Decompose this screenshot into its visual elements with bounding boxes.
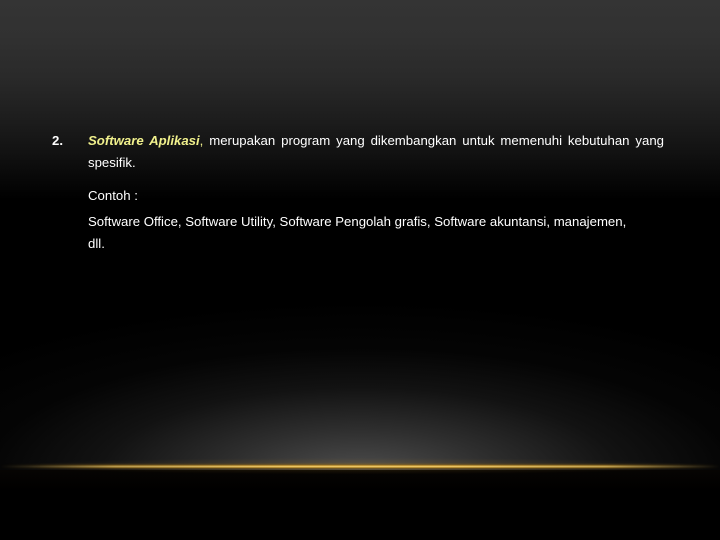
presentation-slide: 2. Software Aplikasi, merupakan program y… <box>0 0 720 540</box>
bullet-keyword: Software Aplikasi <box>88 133 200 148</box>
example-label: Contoh : <box>88 188 138 203</box>
slide-content: 2. Software Aplikasi, merupakan program y… <box>0 0 720 540</box>
bullet-item: 2. Software Aplikasi, merupakan program y… <box>52 130 664 173</box>
bullet-marker: 2. <box>52 133 63 148</box>
body-text-block: 2. Software Aplikasi, merupakan program y… <box>52 130 664 173</box>
example-list: Software Office, Software Utility, Softw… <box>88 214 627 251</box>
